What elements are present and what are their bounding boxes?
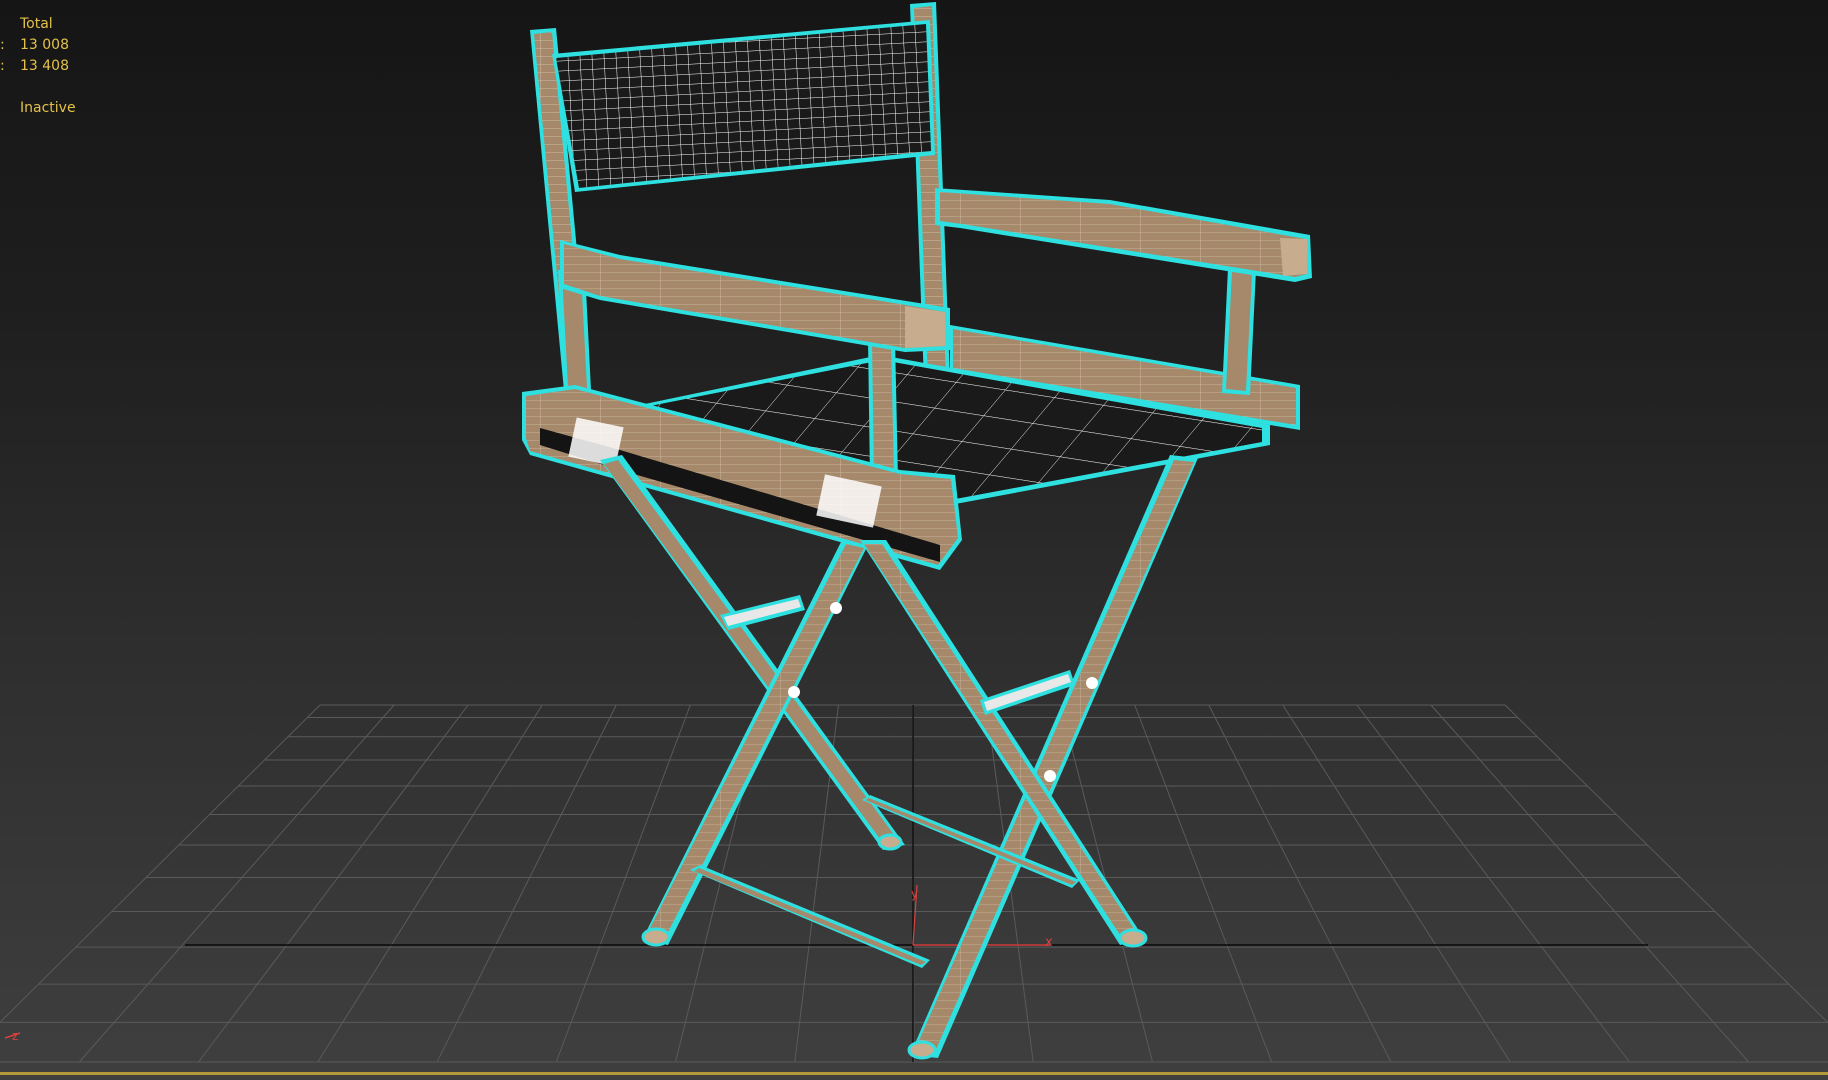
back-fabric-mesh[interactable] — [552, 20, 935, 192]
front-stretcher[interactable] — [690, 865, 930, 968]
viewport-active-border — [0, 1072, 1828, 1075]
grid-line-vertical — [78, 704, 395, 1063]
grid-line-vertical — [1430, 704, 1750, 1063]
grid-line-vertical — [555, 704, 691, 1063]
right-arm-support[interactable] — [1222, 268, 1256, 395]
y-axis-label: y — [911, 887, 918, 901]
side-stretcher-left[interactable] — [720, 595, 805, 630]
polys-label: : — [0, 37, 5, 53]
scene-canvas[interactable]: x y z — [0, 0, 1828, 1080]
grid-line-vertical — [1356, 704, 1630, 1063]
grid-line-vertical — [1134, 704, 1273, 1063]
grid-line-vertical — [198, 704, 469, 1063]
grid-line-vertical — [0, 704, 321, 1024]
grid-line-vertical — [1208, 704, 1392, 1063]
verts-value: 13 408 — [20, 58, 69, 74]
polys-value: 13 008 — [20, 37, 69, 53]
right-armrest[interactable] — [935, 188, 1312, 282]
home-grid — [0, 704, 1828, 1063]
left-armrest[interactable] — [560, 240, 950, 352]
stats-header: Total — [20, 16, 53, 32]
grid-line-vertical — [436, 704, 617, 1063]
grid-line-vertical — [1504, 704, 1828, 1024]
tripod-axis-label: z — [12, 1029, 18, 1043]
grid-line-vertical — [1282, 704, 1511, 1063]
grid-line-vertical — [317, 704, 543, 1063]
view-axis-tripod: z — [4, 1029, 21, 1043]
perspective-viewport[interactable]: x y z Total: 13 008: 13 408 Inactive — [0, 0, 1828, 1080]
verts-label: : — [0, 58, 5, 74]
center-arm-support[interactable] — [868, 338, 898, 480]
x-axis-label: x — [1045, 935, 1053, 950]
status-text: Inactive — [20, 100, 76, 116]
